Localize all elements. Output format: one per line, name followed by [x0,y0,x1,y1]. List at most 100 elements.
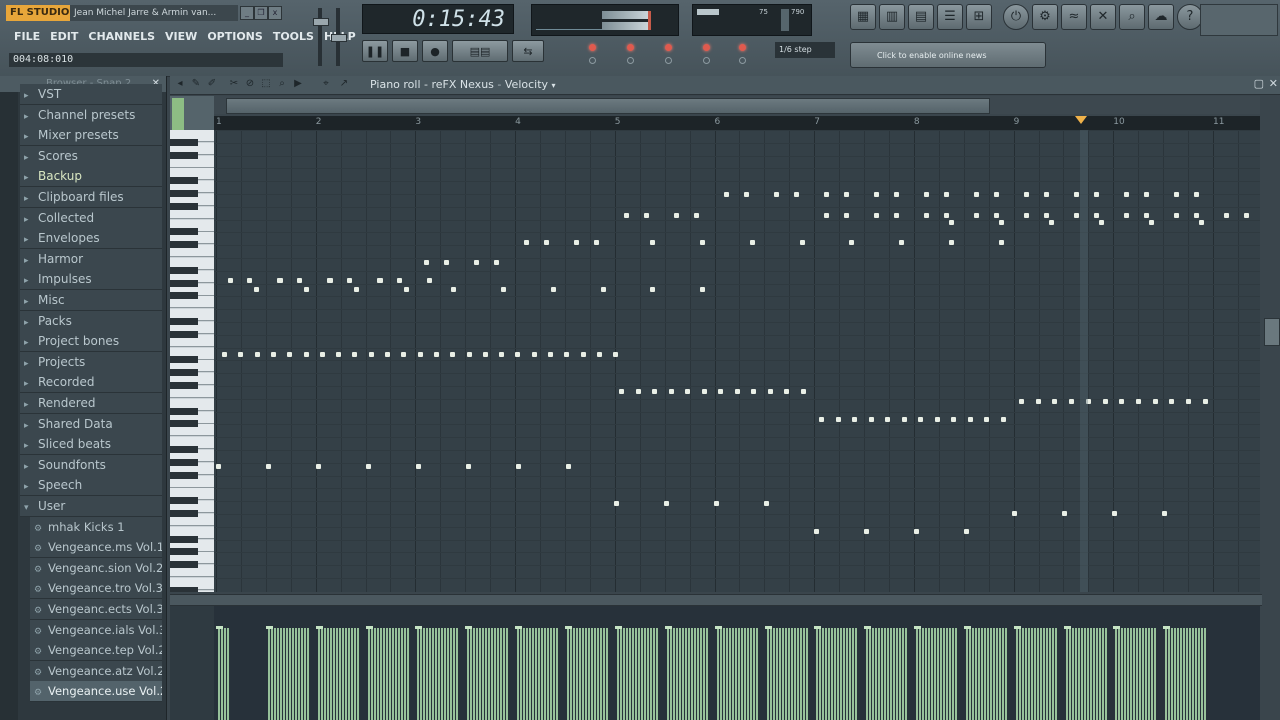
velocity-handle[interactable] [864,626,872,629]
velocity-bar[interactable] [1130,628,1133,720]
velocity-bar[interactable] [628,628,631,720]
velocity-bar[interactable] [1183,628,1186,720]
note[interactable] [868,417,874,422]
note[interactable] [544,240,549,245]
velocity-bar[interactable] [520,628,523,720]
note[interactable] [964,529,969,534]
velocity-bar[interactable] [1186,628,1189,720]
velocity-bar[interactable] [980,628,983,720]
note[interactable] [596,352,602,357]
note[interactable] [844,213,849,218]
close-button[interactable]: x [268,6,282,20]
velocity-bar[interactable] [1124,628,1127,720]
note[interactable] [368,352,374,357]
velocity-bar[interactable] [523,628,526,720]
note[interactable] [924,213,929,218]
velocity-bar[interactable] [277,628,279,720]
note[interactable] [427,278,432,283]
note[interactable] [614,501,619,506]
velocity-bar[interactable] [690,628,693,720]
velocity-bar[interactable] [579,628,582,720]
velocity-bar[interactable] [1174,628,1177,720]
velocity-bar[interactable] [1077,628,1080,720]
velocity-bar[interactable] [338,628,341,720]
velocity-bar[interactable] [643,628,646,720]
velocity-bar[interactable] [227,628,229,720]
velocity-bar[interactable] [453,628,456,720]
velocity-bar[interactable] [456,628,459,720]
maximize-icon[interactable]: ▢ [1254,77,1264,90]
pencil-icon[interactable]: ✎ [190,78,202,90]
velocity-bar[interactable] [802,628,805,720]
note[interactable] [1094,192,1099,197]
velocity-bar[interactable] [731,628,734,720]
velocity-bar[interactable] [675,628,678,720]
note[interactable] [551,287,556,292]
playback-icon[interactable]: ▶ [292,78,304,90]
select-icon[interactable]: ⬚ [260,78,272,90]
browser-item[interactable]: ▸ Scores [20,145,162,167]
velocity-bar[interactable] [805,628,808,720]
velocity-bar[interactable] [1145,628,1148,720]
note[interactable] [814,529,819,534]
velocity-bar[interactable] [298,628,300,720]
velocity-bar[interactable] [479,628,482,720]
velocity-bar[interactable] [1201,628,1204,720]
note[interactable] [994,192,999,197]
note[interactable] [994,213,999,218]
piano-roll-icon[interactable]: ▤ [908,4,934,30]
note[interactable] [750,240,755,245]
velocity-bar[interactable] [699,628,702,720]
note[interactable] [864,529,869,534]
note[interactable] [1174,192,1179,197]
velocity-bar[interactable] [1168,628,1171,720]
velocity-bar[interactable] [467,628,470,720]
velocity-bar[interactable] [1083,628,1086,720]
note[interactable] [1112,511,1117,516]
velocity-bar[interactable] [766,628,769,720]
browser-item[interactable]: ▸ Rendered [20,393,162,414]
multilink-led[interactable] [703,57,710,64]
velocity-bar[interactable] [1080,628,1083,720]
note[interactable] [674,213,679,218]
wave-icon[interactable]: ≈ [1061,4,1087,30]
note[interactable] [619,389,624,394]
velocity-bar[interactable] [649,628,652,720]
velocity-bar[interactable] [1021,628,1024,720]
black-key[interactable] [170,202,198,210]
velocity-bar[interactable] [921,628,924,720]
velocity-bar[interactable] [752,628,755,720]
velocity-bar[interactable] [693,628,696,720]
velocity-bar[interactable] [799,628,802,720]
precount-led[interactable] [739,44,746,51]
velocity-bar[interactable] [332,628,335,720]
note[interactable] [852,417,857,422]
note[interactable] [1144,192,1149,197]
velocity-bar[interactable] [640,628,643,720]
velocity-bar[interactable] [224,628,226,720]
velocity-bar[interactable] [995,628,998,720]
velocity-bar[interactable] [905,628,908,720]
velocity-editor[interactable] [214,606,1260,720]
velocity-bar[interactable] [790,628,793,720]
note[interactable] [378,278,383,283]
browser-item[interactable]: ▸ Packs [20,310,162,332]
velocity-bar[interactable] [541,628,544,720]
velocity-bar[interactable] [1139,628,1142,720]
velocity-bar[interactable] [1036,628,1039,720]
cloud-icon[interactable]: ☁ [1148,4,1174,30]
velocity-bar[interactable] [846,628,849,720]
velocity-bar[interactable] [684,628,687,720]
velocity-bar[interactable] [918,628,921,720]
velocity-bar[interactable] [482,628,485,720]
velocity-bar[interactable] [367,628,370,720]
velocity-bar[interactable] [597,628,600,720]
velocity-bar[interactable] [268,628,270,720]
note[interactable] [424,260,429,265]
note[interactable] [1012,511,1017,516]
velocity-bar[interactable] [625,628,628,720]
note[interactable] [1194,213,1199,218]
velocity-bar[interactable] [722,628,725,720]
black-key[interactable] [170,356,198,364]
note[interactable] [433,352,439,357]
